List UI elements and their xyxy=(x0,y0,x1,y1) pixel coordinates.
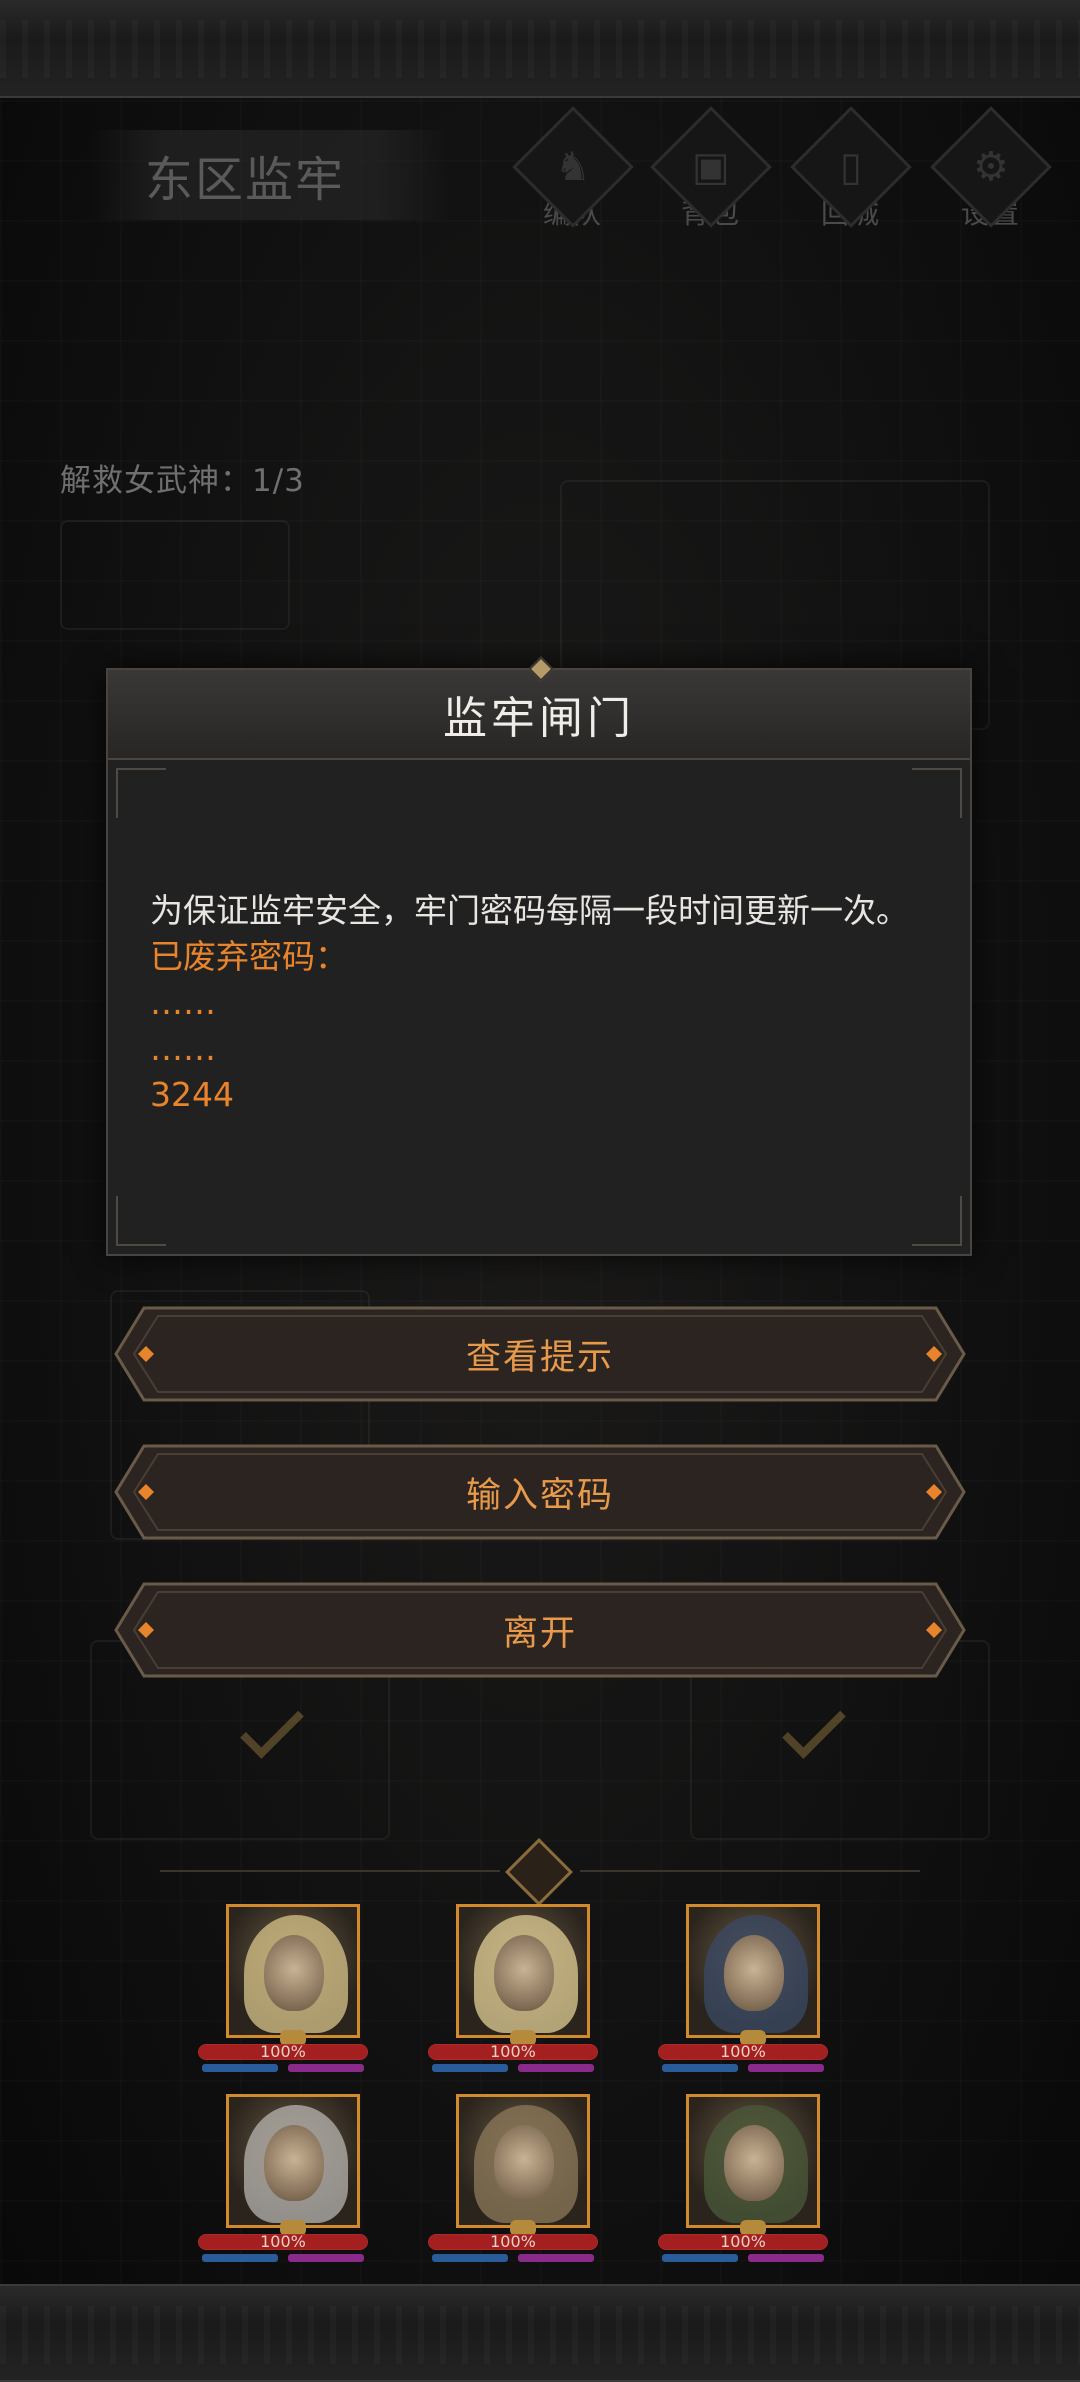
discarded-code: …… xyxy=(150,1029,216,1068)
hero-portrait xyxy=(226,2094,360,2228)
hp-text: 100% xyxy=(260,2232,306,2251)
corner-ornament xyxy=(912,1196,962,1246)
corner-ornament xyxy=(912,768,962,818)
hero-card[interactable]: 100% xyxy=(428,2094,598,2264)
mana-bar xyxy=(432,2064,508,2072)
view-hint-label: 查看提示 xyxy=(465,1337,614,1378)
energy-bar xyxy=(748,2064,824,2072)
energy-bar xyxy=(288,2254,364,2262)
resource-bars xyxy=(202,2064,364,2072)
prison-gate-dialog: 监牢闸门 为保证监牢安全，牢门密码每隔一段时间更新一次。 已废弃密码： …… …… xyxy=(106,656,972,1256)
mana-bar xyxy=(662,2064,738,2072)
hero-portrait xyxy=(226,1904,360,2038)
hero-face xyxy=(264,1935,324,2011)
dialog-title: 监牢闸门 xyxy=(443,693,635,744)
mana-bar xyxy=(432,2254,508,2262)
hp-text: 100% xyxy=(490,2232,536,2251)
mana-bar xyxy=(202,2254,278,2262)
hp-text: 100% xyxy=(720,2042,766,2061)
hp-text: 100% xyxy=(260,2042,306,2061)
hero-face xyxy=(494,1935,554,2011)
mana-bar xyxy=(662,2254,738,2262)
hud-button-team[interactable]: ♞ 编队 xyxy=(512,106,634,238)
location-title: 东区监牢 xyxy=(90,130,450,220)
bag-icon: ▣ xyxy=(650,106,772,228)
discarded-code: 3244 xyxy=(150,1075,234,1114)
hp-bar: 100% xyxy=(428,2234,598,2250)
hp-bar: 100% xyxy=(198,2234,368,2250)
hp-text: 100% xyxy=(490,2042,536,2061)
dialog-message: 为保证监牢安全，牢门密码每隔一段时间更新一次。 xyxy=(150,891,909,930)
hp-text: 100% xyxy=(720,2232,766,2251)
hero-portrait xyxy=(456,2094,590,2228)
hero-face xyxy=(494,2125,554,2201)
hero-card[interactable]: 100% xyxy=(428,1904,598,2074)
energy-bar xyxy=(748,2254,824,2262)
enter-password-button[interactable]: 输入密码 xyxy=(114,1444,966,1540)
energy-bar xyxy=(518,2254,594,2262)
hero-card[interactable]: 100% xyxy=(198,1904,368,2074)
hero-card[interactable]: 100% xyxy=(198,2094,368,2264)
hero-portrait xyxy=(456,1904,590,2038)
helmet-icon: ♞ xyxy=(512,106,634,228)
dialog-body: 为保证监牢安全，牢门密码每隔一段时间更新一次。 已废弃密码： …… …… 324… xyxy=(108,760,970,1118)
hp-bar: 100% xyxy=(658,2234,828,2250)
dialog-header: 监牢闸门 xyxy=(108,670,970,760)
leave-button[interactable]: 离开 xyxy=(114,1582,966,1678)
divider xyxy=(160,1870,500,1872)
bottom-frame xyxy=(0,2284,1080,2382)
hero-card[interactable]: 100% xyxy=(658,2094,828,2264)
enter-password-label: 输入密码 xyxy=(465,1475,614,1516)
leave-label: 离开 xyxy=(502,1613,577,1654)
mana-bar xyxy=(202,2064,278,2072)
hero-portrait xyxy=(686,2094,820,2228)
door-icon: ▯ xyxy=(790,106,912,228)
resource-bars xyxy=(432,2064,594,2072)
resource-bars xyxy=(202,2254,364,2262)
gear-icon: ⚙ xyxy=(930,106,1052,228)
top-frame xyxy=(0,0,1080,98)
hud-button-town[interactable]: ▯ 回城 xyxy=(790,106,912,238)
corner-ornament xyxy=(116,1196,166,1246)
energy-bar xyxy=(288,2064,364,2072)
divider xyxy=(580,1870,920,1872)
hero-portrait xyxy=(686,1904,820,2038)
resource-bars xyxy=(432,2254,594,2262)
hero-face xyxy=(724,2125,784,2201)
discarded-label: 已废弃密码： xyxy=(150,937,348,976)
hero-card[interactable]: 100% xyxy=(658,1904,828,2074)
energy-bar xyxy=(518,2064,594,2072)
view-hint-button[interactable]: 查看提示 xyxy=(114,1306,966,1402)
hud-button-bag[interactable]: ▣ 背包 xyxy=(650,106,772,238)
hero-face xyxy=(264,2125,324,2201)
hp-bar: 100% xyxy=(658,2044,828,2060)
resource-bars xyxy=(662,2064,824,2072)
resource-bars xyxy=(662,2254,824,2262)
quest-progress: 解救女武神：1/3 xyxy=(60,463,305,499)
hud-button-settings[interactable]: ⚙ 设置 xyxy=(930,106,1052,238)
hp-bar: 100% xyxy=(198,2044,368,2060)
map-tile xyxy=(60,520,290,630)
hero-face xyxy=(724,1935,784,2011)
discarded-code: …… xyxy=(150,983,216,1022)
hp-bar: 100% xyxy=(428,2044,598,2060)
location-name: 东区监牢 xyxy=(145,152,346,208)
corner-ornament xyxy=(116,768,166,818)
